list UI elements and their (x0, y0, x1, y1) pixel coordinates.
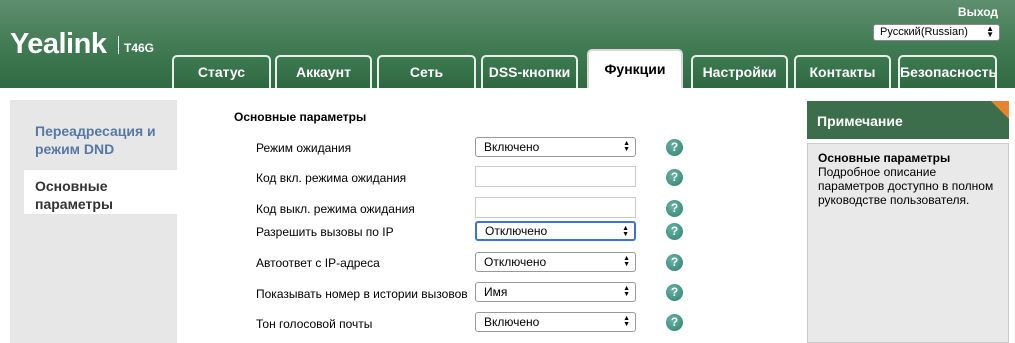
select-arrows-icon: ▲ ▼ (623, 285, 630, 298)
section-title: Основные параметры (234, 110, 367, 124)
nav-item-general-selected[interactable]: Основные параметры (24, 170, 186, 214)
language-select[interactable]: Русский(Russian) ▲ ▼ (873, 24, 1000, 41)
ip-auto-answer-select[interactable]: Отключено ▲ ▼ (475, 252, 636, 272)
select-arrows-icon: ▲ ▼ (986, 24, 994, 39)
tab-network[interactable]: Сеть (377, 55, 476, 88)
row-label-standby-on-code: Код вкл. режима ожидания (256, 171, 407, 185)
voicemail-tone-select[interactable]: Включено ▲ ▼ (475, 312, 636, 332)
tab-account[interactable]: Аккаунт (275, 55, 372, 88)
voicemail-tone-value: Включено (484, 315, 540, 329)
help-icon[interactable]: ? (666, 139, 683, 156)
ip-auto-answer-value: Отключено (484, 255, 547, 269)
allow-ip-call-value: Отключено (485, 224, 548, 238)
language-select-value: Русский(Russian) (880, 26, 968, 38)
call-history-display-value: Имя (484, 285, 508, 299)
tab-settings[interactable]: Настройки (691, 55, 788, 88)
help-icon[interactable]: ? (666, 254, 683, 271)
header-bar: Yealink T46G Выход Русский(Russian) ▲ ▼ С… (0, 0, 1015, 88)
row-label-call-history-display: Показывать номер в истории вызовов (256, 287, 468, 301)
call-history-display-select[interactable]: Имя ▲ ▼ (475, 282, 636, 302)
row-label-standby-off-code: Код выкл. режима ожидания (256, 202, 415, 216)
corner-fold-icon (991, 101, 1009, 119)
select-arrows-icon: ▲ ▼ (623, 255, 630, 268)
row-label-voicemail-tone: Тон голосовой почты (256, 317, 373, 331)
select-arrows-icon: ▲ ▼ (623, 140, 630, 153)
logout-link[interactable]: Выход (958, 5, 998, 19)
note-header: Примечание (807, 101, 1009, 139)
tab-contacts[interactable]: Контакты (794, 55, 891, 88)
row-label-ip-auto-answer: Автоответ с IP-адреса (256, 256, 380, 270)
note-heading: Примечание (817, 113, 903, 129)
tab-features[interactable]: Функции (587, 49, 683, 88)
help-icon[interactable]: ? (666, 314, 683, 331)
standby-mode-value: Включено (484, 140, 540, 154)
standby-on-code-input[interactable] (475, 166, 636, 187)
tab-status[interactable]: Статус (172, 55, 271, 88)
note-body: Основные параметры Подробное описание па… (807, 143, 1009, 343)
row-label-allow-ip-call: Разрешить вызовы по IP (256, 225, 394, 239)
allow-ip-call-select[interactable]: Отключено ▲ ▼ (475, 221, 636, 241)
help-icon[interactable]: ? (666, 284, 683, 301)
nav-item-forward-dnd[interactable]: Переадресация и режим DND (35, 122, 175, 158)
tab-security[interactable]: Безопасность (898, 55, 997, 88)
model-label: T46G (124, 41, 155, 55)
yealink-logo: Yealink (10, 28, 107, 60)
note-title: Основные параметры (818, 151, 951, 165)
nav-item-general-label: Основные параметры (35, 178, 113, 212)
select-arrows-icon: ▲ ▼ (623, 315, 630, 328)
help-icon[interactable]: ? (666, 223, 683, 240)
row-label-standby-mode: Режим ожидания (256, 141, 352, 155)
standby-off-code-input[interactable] (475, 197, 636, 218)
select-arrows-icon: ▲ ▼ (622, 225, 629, 238)
tab-dss-keys[interactable]: DSS-кнопки (481, 55, 578, 88)
note-text: Подробное описание параметров доступно в… (818, 165, 994, 207)
standby-mode-select[interactable]: Включено ▲ ▼ (475, 137, 636, 157)
help-icon[interactable]: ? (666, 200, 683, 217)
help-icon[interactable]: ? (666, 169, 683, 186)
logo-divider (118, 36, 119, 54)
